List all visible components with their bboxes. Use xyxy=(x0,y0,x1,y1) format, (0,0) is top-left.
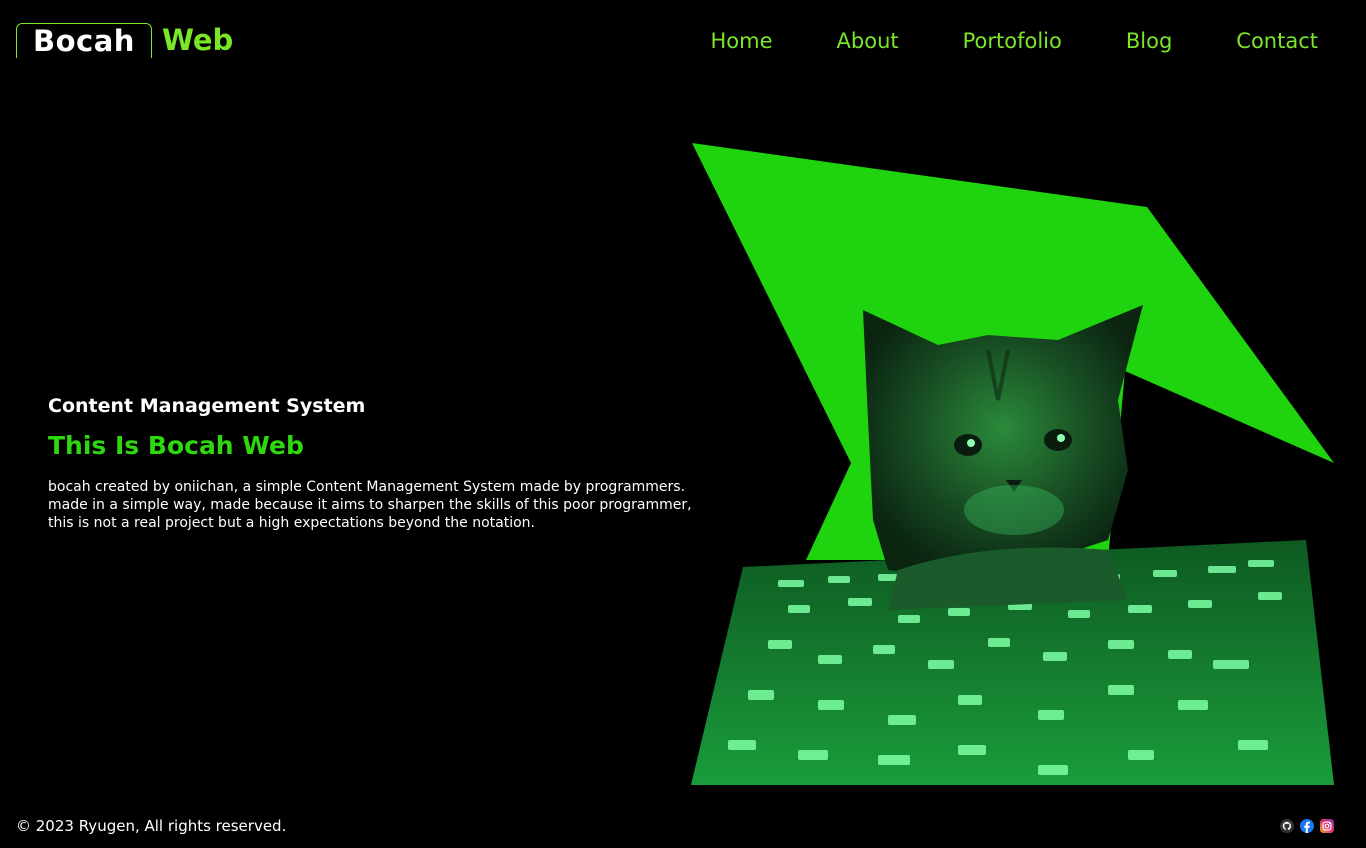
github-icon[interactable] xyxy=(1280,819,1294,833)
copyright-text: © 2023 Ryugen, All rights reserved. xyxy=(16,817,287,835)
logo-primary-text: Bocah xyxy=(33,23,135,58)
logo-secondary-text: Web xyxy=(161,23,234,57)
hero-title: This Is Bocah Web xyxy=(48,431,304,460)
main-nav: Home About Portofolio Blog Contact xyxy=(647,24,1318,58)
facebook-icon[interactable] xyxy=(1300,819,1314,833)
nav-portofolio[interactable]: Portofolio xyxy=(963,24,1062,58)
hero-description: bocah created by oniichan, a simple Cont… xyxy=(48,479,692,531)
nav-blog[interactable]: Blog xyxy=(1126,24,1172,58)
nav-about[interactable]: About xyxy=(837,24,899,58)
nav-contact[interactable]: Contact xyxy=(1236,24,1318,58)
social-links xyxy=(1280,819,1334,833)
site-logo[interactable]: Bocah Web xyxy=(16,22,233,58)
instagram-icon[interactable] xyxy=(1320,819,1334,833)
hero-text-block: Content Management System This Is Bocah … xyxy=(48,395,693,532)
logo-frame: Bocah xyxy=(16,22,152,58)
hero-illustration xyxy=(691,143,1334,785)
cat-image xyxy=(863,305,1143,610)
hero-subtitle: Content Management System xyxy=(48,395,366,417)
nav-home[interactable]: Home xyxy=(711,24,773,58)
page: Bocah Web Home About Portofolio Blog Con… xyxy=(0,0,1366,848)
